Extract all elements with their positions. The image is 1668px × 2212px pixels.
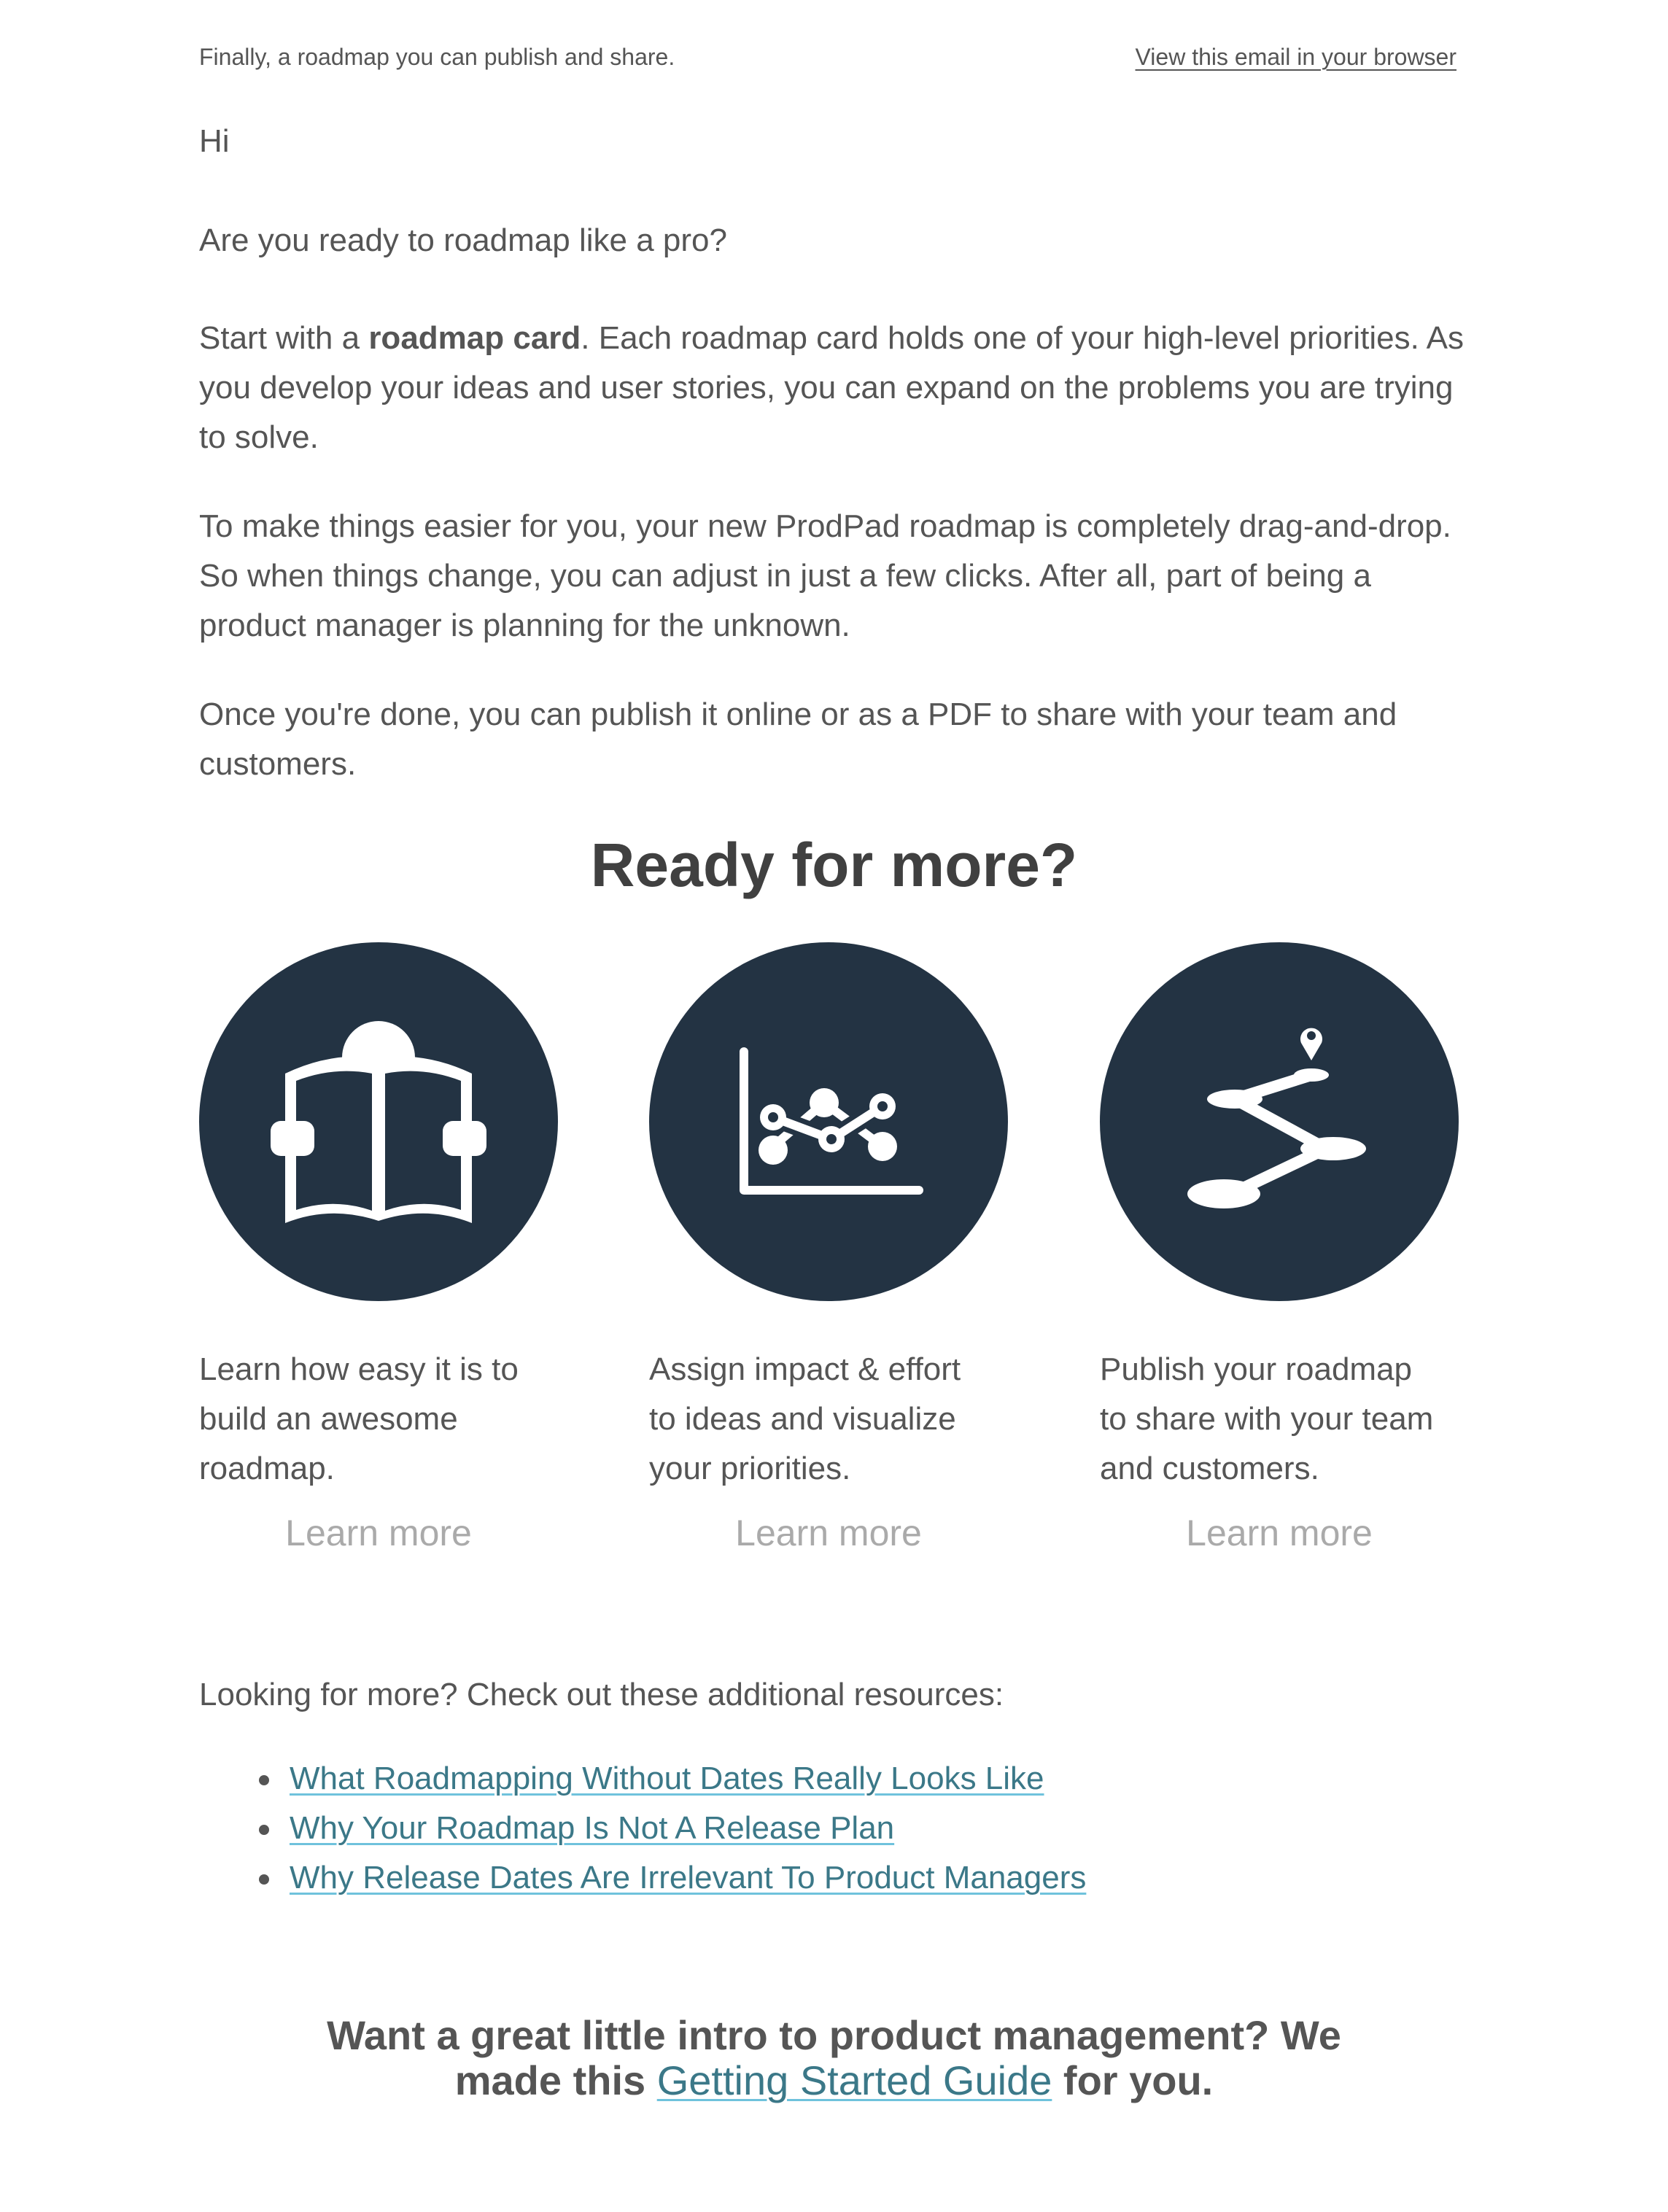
list-item: Why Release Dates Are Irrelevant To Prod…	[258, 1853, 1086, 1903]
resources-list: What Roadmapping Without Dates Really Lo…	[199, 1754, 1086, 1903]
preheader: Finally, a roadmap you can publish and s…	[199, 44, 1456, 76]
paragraph-drag-and-drop: To make things easier for you, your new …	[199, 508, 1451, 643]
feature-circle[interactable]	[649, 942, 1008, 1301]
getting-started-guide-link[interactable]: Getting Started Guide	[657, 2057, 1052, 2103]
feature-description: Learn how easy it is to build an awesome…	[199, 1351, 519, 1486]
intro-question: Are you ready to roadmap like a pro?	[199, 222, 727, 258]
footer-suffix: for you.	[1052, 2057, 1214, 2103]
greeting: Hi	[199, 123, 230, 159]
line-chart-icon	[740, 1047, 923, 1195]
resource-link[interactable]: Why Release Dates Are Irrelevant To Prod…	[290, 1860, 1086, 1895]
list-item: Why Your Roadmap Is Not A Release Plan	[258, 1804, 1086, 1853]
paragraph-publish: Once you're done, you can publish it onl…	[199, 696, 1397, 782]
footer-callout: Want a great little intro to product man…	[0, 2013, 1668, 2103]
feature-circle[interactable]	[1100, 942, 1459, 1301]
section-heading: Ready for more?	[590, 831, 1078, 899]
feature-description: Publish your roadmap to share with your …	[1100, 1351, 1434, 1486]
resource-link[interactable]: Why Your Roadmap Is Not A Release Plan	[290, 1810, 894, 1846]
preheader-tagline: Finally, a roadmap you can publish and s…	[199, 44, 675, 70]
learn-more-button[interactable]: Learn more	[649, 1511, 1008, 1555]
feature-description: Assign impact & effort to ideas and visu…	[649, 1351, 961, 1486]
paragraph-roadmap-card: Start with a roadmap card. Each roadmap …	[199, 314, 1468, 462]
paragraph-prefix: Start with a	[199, 320, 369, 356]
feature-column: Learn how easy it is to build an awesome…	[199, 942, 564, 1494]
learn-more-button[interactable]: Learn more	[199, 1511, 558, 1555]
feature-circle[interactable]	[199, 942, 558, 1301]
learn-more-button[interactable]: Learn more	[1100, 1511, 1459, 1555]
feature-column: Assign impact & effort to ideas and visu…	[649, 942, 1014, 1494]
reader-book-icon	[271, 1021, 486, 1223]
resource-link[interactable]: What Roadmapping Without Dates Really Lo…	[290, 1761, 1044, 1796]
list-item: What Roadmapping Without Dates Really Lo…	[258, 1754, 1086, 1804]
roadmap-path-icon	[1187, 1028, 1366, 1208]
view-in-browser-link[interactable]: View this email in your browser	[1136, 44, 1456, 71]
resources-intro: Looking for more? Check out these additi…	[199, 1677, 1004, 1712]
feature-column: Publish your roadmap to share with your …	[1100, 942, 1465, 1494]
roadmap-card-bold: roadmap card	[368, 320, 581, 356]
